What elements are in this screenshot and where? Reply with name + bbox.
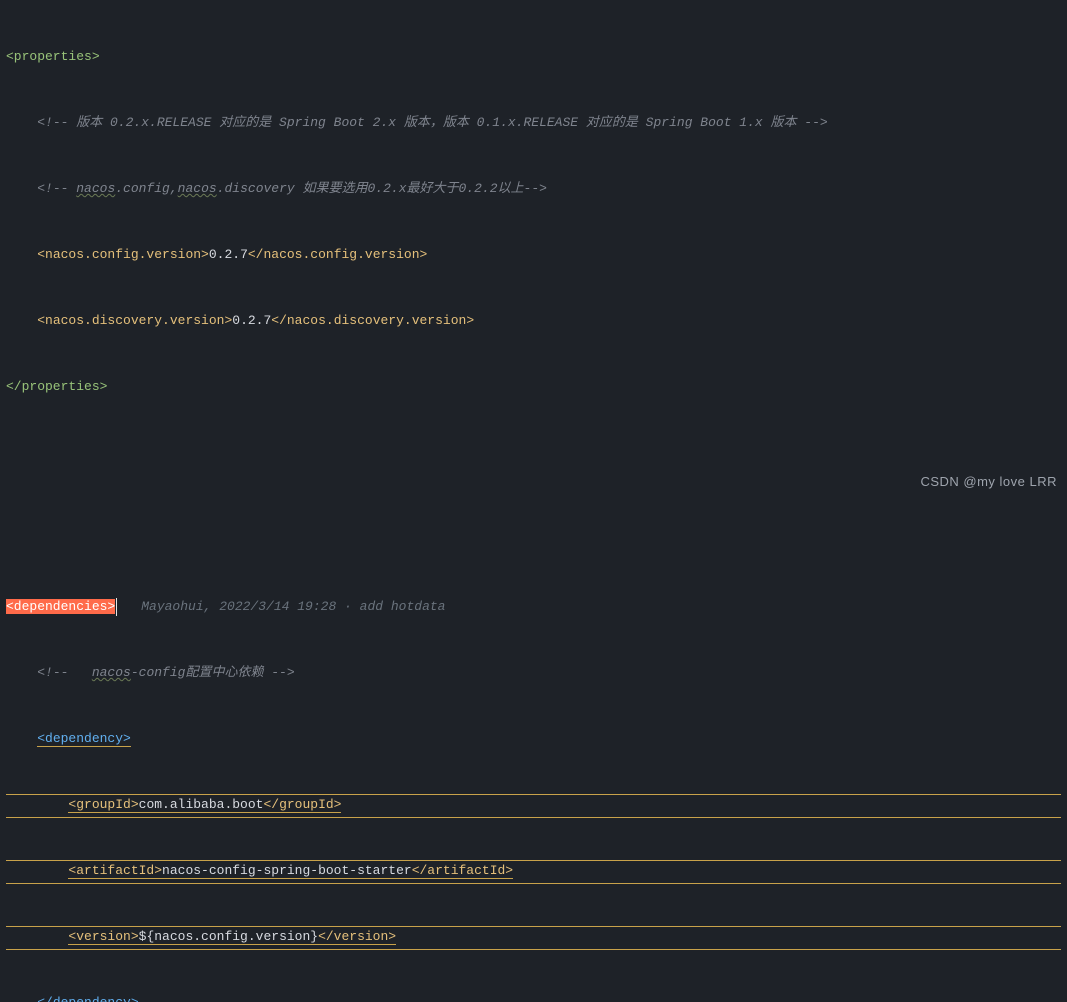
code-line[interactable]: <nacos.discovery.version>0.2.7</nacos.di…: [6, 310, 1061, 332]
watermark-text: CSDN @my love LRR: [920, 471, 1057, 493]
xml-text: com.alibaba.boot: [139, 797, 264, 812]
code-line[interactable]: <groupId>com.alibaba.boot</groupId>: [6, 794, 1061, 816]
code-line[interactable]: </properties>: [6, 376, 1061, 398]
code-line[interactable]: <!-- nacos-config配置中心依赖 -->: [6, 662, 1061, 684]
xml-tag: </artifactId>: [412, 863, 513, 878]
code-line[interactable]: <!-- 版本 0.2.x.RELEASE 对应的是 Spring Boot 2…: [6, 112, 1061, 134]
xml-tag-dependency-close: </dependency>: [37, 995, 138, 1002]
xml-tag: <artifactId>: [68, 863, 162, 878]
git-blame-annotation: Mayaohui, 2022/3/14 19:28 · add hotdata: [141, 599, 445, 614]
code-line[interactable]: <nacos.config.version>0.2.7</nacos.confi…: [6, 244, 1061, 266]
xml-tag-dependencies-open: <dependencies>: [6, 599, 115, 614]
blank-line[interactable]: [6, 486, 1061, 508]
xml-text: 0.2.7: [209, 247, 248, 262]
xml-text: ${nacos.config.version}: [139, 929, 318, 944]
code-line[interactable]: <version>${nacos.config.version}</versio…: [6, 926, 1061, 948]
code-line[interactable]: <dependency>: [6, 728, 1061, 750]
code-line[interactable]: <properties>: [6, 46, 1061, 68]
xml-tag: </nacos.discovery.version>: [271, 313, 474, 328]
xml-tag: <version>: [68, 929, 138, 944]
xml-comment: <!-- 版本 0.2.x.RELEASE 对应的是 Spring Boot 2…: [37, 115, 828, 130]
xml-tag: <nacos.config.version>: [37, 247, 209, 262]
xml-tag: </nacos.config.version>: [248, 247, 427, 262]
xml-tag: <nacos.discovery.version>: [37, 313, 232, 328]
text-caret: [116, 598, 117, 616]
code-line[interactable]: <dependencies> Mayaohui, 2022/3/14 19:28 …: [6, 596, 1061, 618]
xml-comment: <!-- nacos.config,nacos.discovery 如果要选用0…: [37, 181, 547, 196]
blank-line[interactable]: [6, 442, 1061, 464]
code-line[interactable]: <artifactId>nacos-config-spring-boot-sta…: [6, 860, 1061, 882]
blank-line[interactable]: [6, 530, 1061, 552]
code-editor[interactable]: <properties> <!-- 版本 0.2.x.RELEASE 对应的是 …: [0, 0, 1067, 1002]
xml-tag-properties-close: </properties>: [6, 379, 107, 394]
code-line[interactable]: <!-- nacos.config,nacos.discovery 如果要选用0…: [6, 178, 1061, 200]
xml-comment: <!-- nacos-config配置中心依赖 -->: [37, 665, 294, 680]
xml-tag: <groupId>: [68, 797, 138, 812]
xml-tag: </groupId>: [263, 797, 341, 812]
xml-tag: </version>: [318, 929, 396, 944]
xml-tag-dependency-open: <dependency>: [37, 731, 131, 747]
code-line[interactable]: </dependency>: [6, 992, 1061, 1002]
xml-text: nacos-config-spring-boot-starter: [162, 863, 412, 878]
xml-text: 0.2.7: [232, 313, 271, 328]
xml-tag-properties-open: <properties>: [6, 49, 100, 64]
